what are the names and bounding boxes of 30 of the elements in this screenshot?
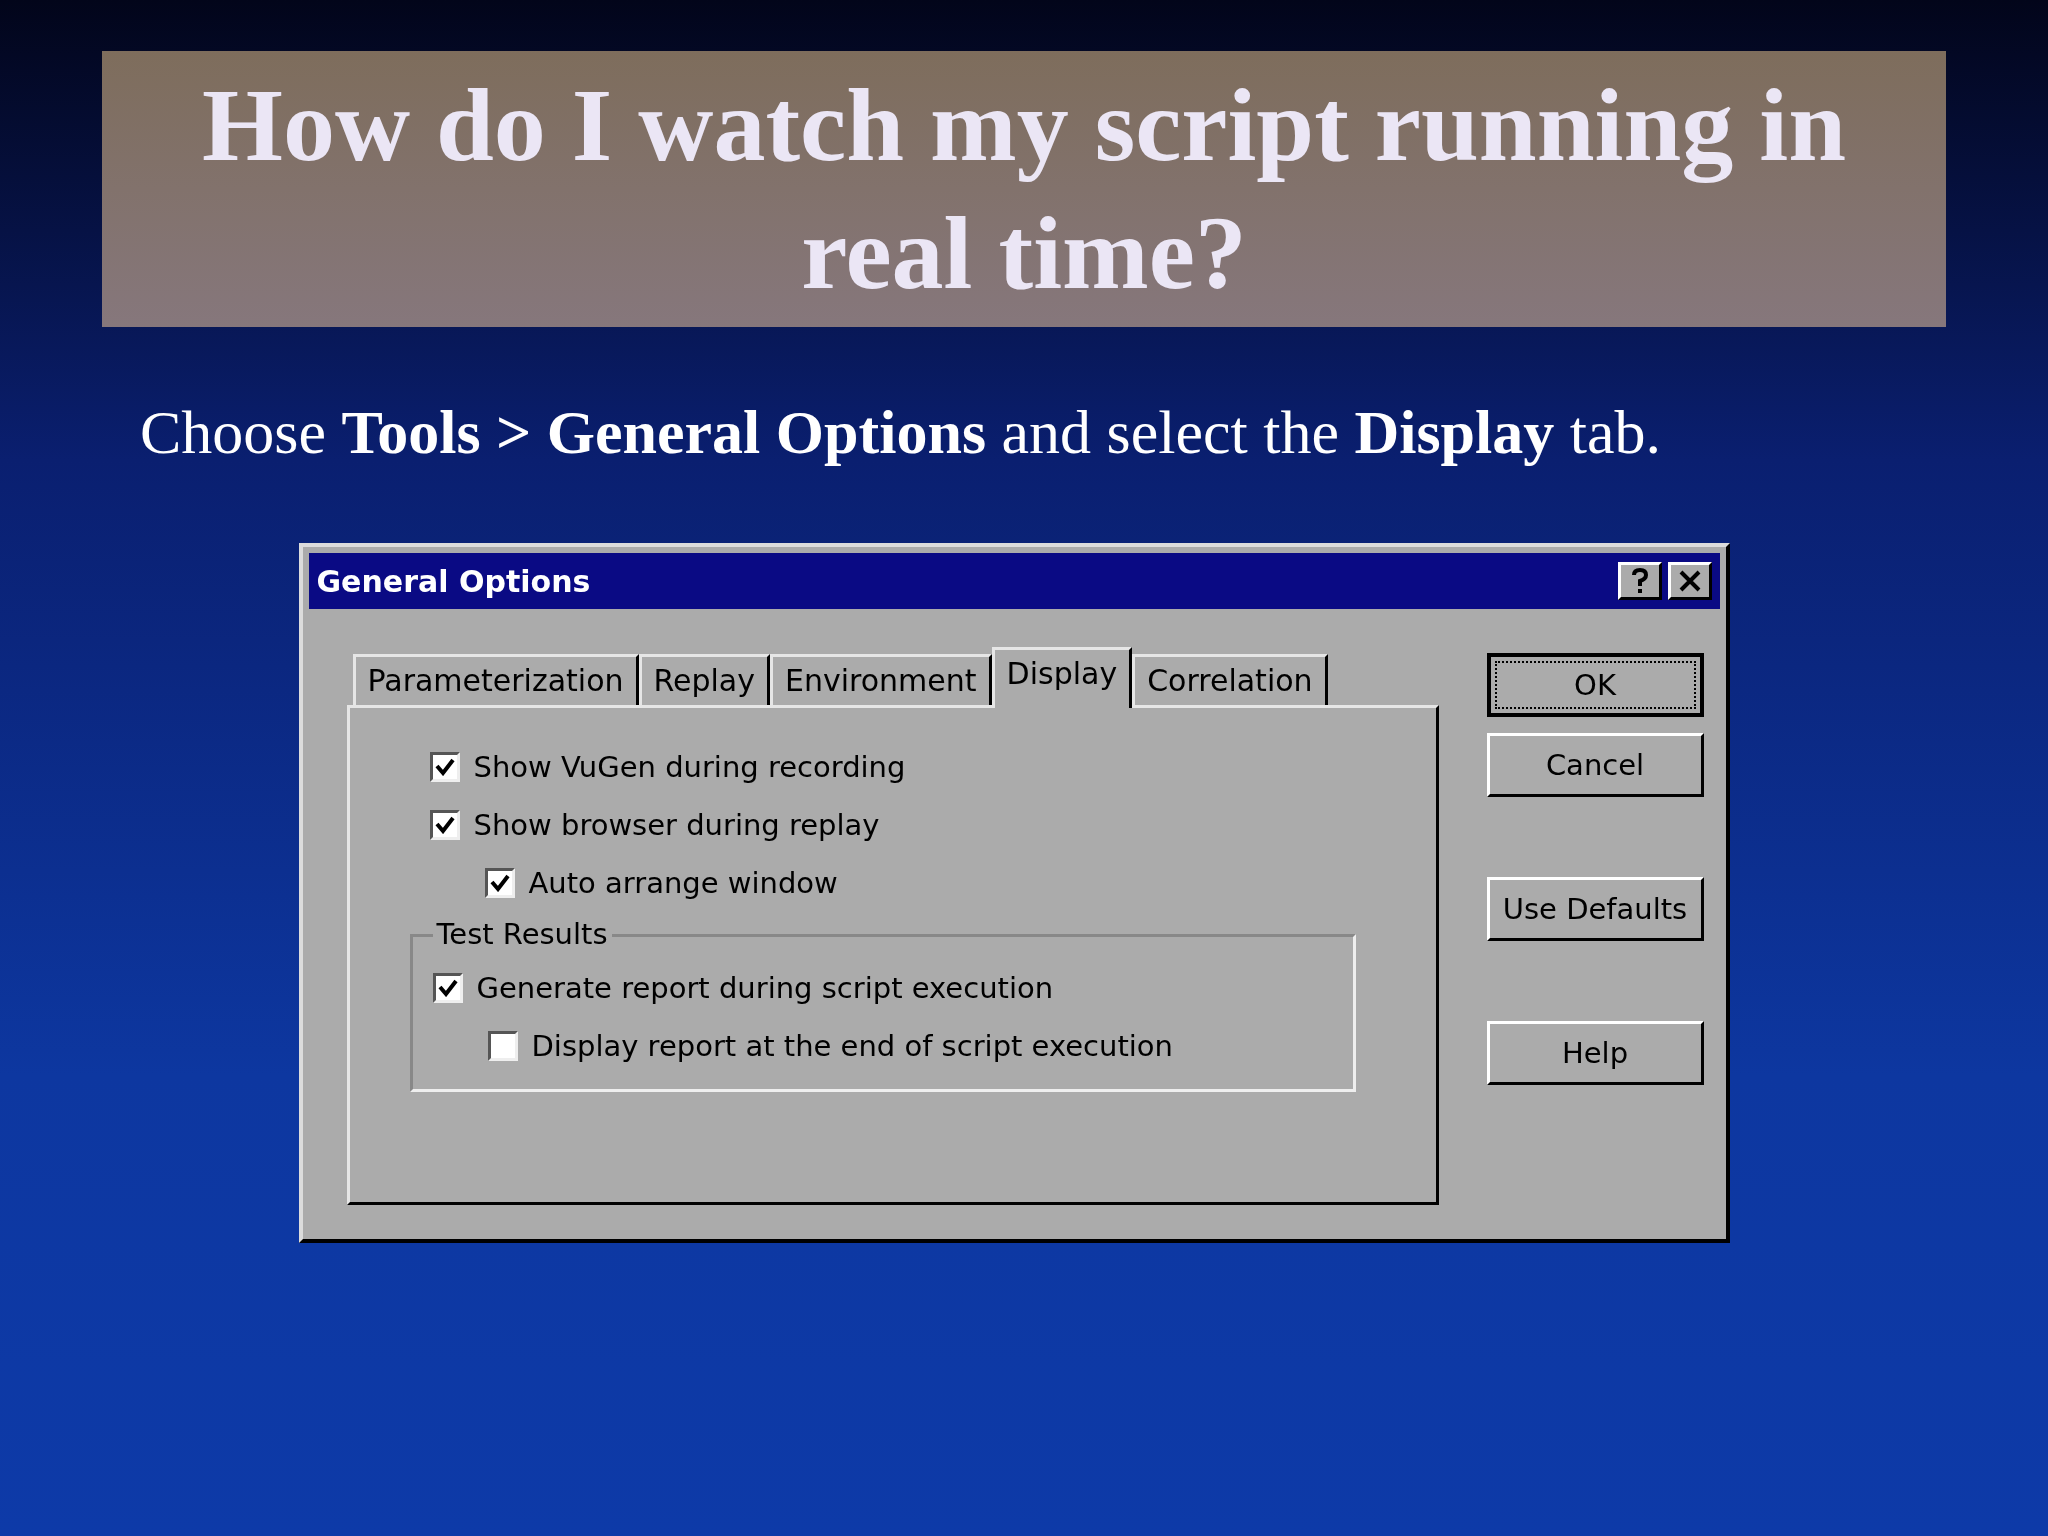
checkbox-label: Show browser during replay — [473, 808, 880, 842]
dialog-button[interactable]: Help — [1486, 1021, 1704, 1085]
dialog-button[interactable]: Cancel — [1486, 733, 1704, 797]
checkbox[interactable] — [484, 868, 515, 898]
checkbox-label: Display report at the end of script execution — [531, 1029, 1173, 1063]
slide-instruction: Choose Tools > General Options and select the Display tab. — [140, 397, 1662, 468]
tab[interactable]: Replay — [638, 654, 770, 705]
checkbox-label: Generate report during script execution — [476, 971, 1054, 1005]
help-button[interactable] — [1617, 562, 1662, 600]
close-button[interactable] — [1667, 562, 1712, 600]
checkbox[interactable] — [429, 810, 460, 840]
checkmark-icon — [437, 979, 458, 997]
dialog-button[interactable]: OK — [1486, 653, 1704, 717]
tab[interactable]: Correlation — [1132, 654, 1328, 705]
checkmark-icon — [489, 874, 510, 892]
checkbox[interactable] — [432, 973, 463, 1003]
tab[interactable]: Display — [991, 647, 1133, 708]
checkbox[interactable] — [429, 752, 460, 782]
checkmark-icon — [434, 758, 455, 776]
help-icon — [1631, 568, 1648, 594]
close-icon — [1678, 570, 1701, 592]
checkbox-label: Show VuGen during recording — [473, 750, 906, 784]
tab[interactable]: Parameterization — [352, 654, 639, 705]
slide-title: How do I watch my script running in real time? — [201, 66, 1847, 312]
checkbox[interactable] — [487, 1031, 518, 1061]
tab[interactable]: Environment — [770, 654, 992, 705]
dialog-title: General Options — [316, 563, 591, 599]
checkbox-label: Auto arrange window — [528, 866, 838, 900]
checkmark-icon — [434, 816, 455, 834]
dialog-button[interactable]: Use Defaults — [1486, 877, 1704, 941]
